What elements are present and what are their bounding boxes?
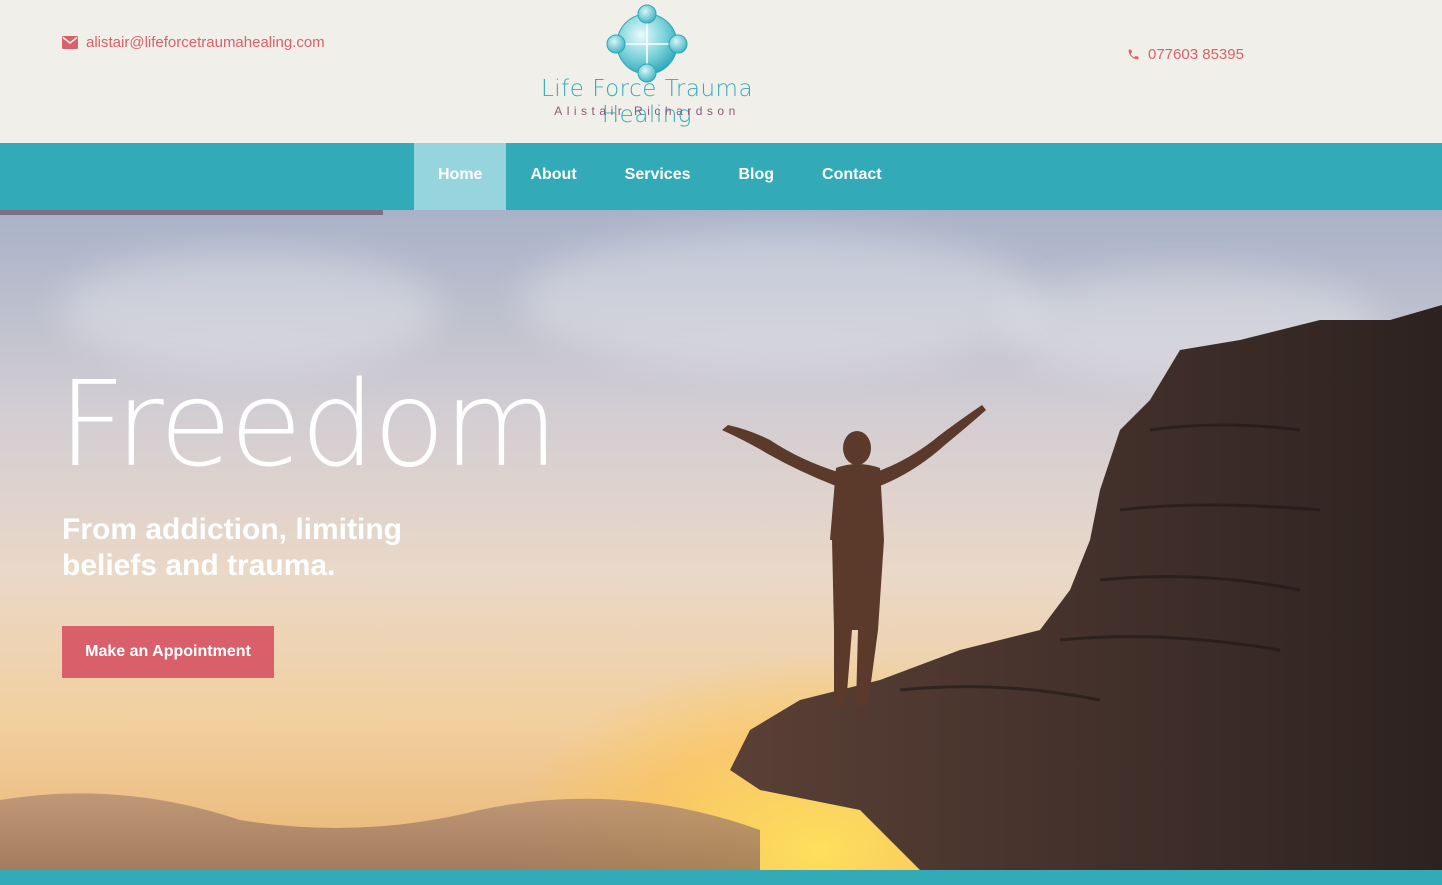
logo-title: Life Force Trauma Healing: [540, 76, 754, 128]
site-logo[interactable]: Life Force Trauma Healing Alistair Richa…: [506, 4, 788, 128]
phone-link[interactable]: 077603 85395: [1127, 46, 1244, 63]
nav-menu: Home About Services Blog Contact: [414, 143, 906, 210]
nav-link-services[interactable]: Services: [601, 143, 715, 210]
phone-text: 077603 85395: [1148, 46, 1244, 63]
nav-item-contact: Contact: [798, 143, 906, 210]
logo-subtitle: Alistair Richardson: [554, 104, 740, 118]
main-navigation: Home About Services Blog Contact: [0, 143, 1442, 210]
nav-link-about[interactable]: About: [506, 143, 600, 210]
hero-banner: Freedom From addiction, limiting beliefs…: [0, 210, 1442, 870]
email-link[interactable]: alistair@lifeforcetraumahealing.com: [62, 34, 325, 51]
make-appointment-button[interactable]: Make an Appointment: [62, 626, 274, 678]
nav-item-home: Home: [414, 143, 507, 210]
nav-item-about: About: [506, 143, 600, 210]
hero-subtitle: From addiction, limiting beliefs and tra…: [62, 513, 402, 582]
bottom-accent-strip: [0, 870, 1442, 885]
nav-link-blog[interactable]: Blog: [715, 143, 799, 210]
hero-title: Freedom: [58, 355, 558, 493]
nav-item-services: Services: [601, 143, 715, 210]
envelope-icon: [62, 36, 78, 49]
nav-item-blog: Blog: [715, 143, 799, 210]
site-header: alistair@lifeforcetraumahealing.com Life…: [0, 0, 1442, 143]
logo-mark-icon: [605, 4, 689, 84]
nav-link-contact[interactable]: Contact: [798, 143, 906, 210]
phone-icon: [1127, 48, 1140, 61]
nav-link-home[interactable]: Home: [414, 143, 507, 210]
slider-progress-bar: [0, 210, 383, 215]
email-text: alistair@lifeforcetraumahealing.com: [86, 34, 325, 51]
